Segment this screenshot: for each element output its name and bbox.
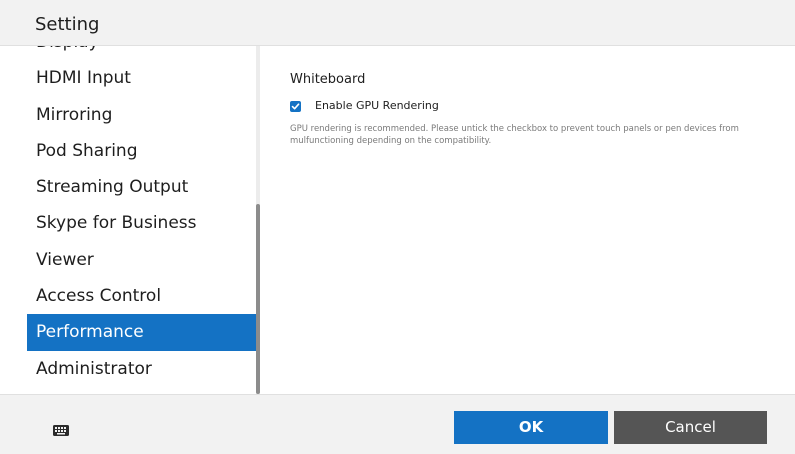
sidebar-item-display[interactable]: Display [27,46,256,60]
keyboard-icon-graphic [53,425,69,436]
sidebar-item-label: Pod Sharing [36,140,138,161]
gpu-rendering-description: GPU rendering is recommended. Please unt… [290,124,739,146]
window-title: Setting [35,14,100,35]
sidebar-item-access-control[interactable]: Access Control [27,278,256,314]
sidebar-list: Display HDMI Input Mirroring Pod Sharing… [0,46,256,387]
sidebar-scrollbar[interactable] [256,46,260,394]
sidebar-item-administrator[interactable]: Administrator [27,351,256,387]
sidebar-item-viewer[interactable]: Viewer [27,242,256,278]
title-bar: Setting [0,0,795,46]
sidebar-item-hdmi-input[interactable]: HDMI Input [27,60,256,96]
sidebar-item-label: Mirroring [36,104,113,125]
checkmark-icon [291,102,300,109]
sidebar-item-pod-sharing[interactable]: Pod Sharing [27,133,256,169]
sidebar-item-skype-for-business[interactable]: Skype for Business [27,205,256,241]
sidebar-item-label: HDMI Input [36,68,131,89]
settings-content: Whiteboard Enable GPU Rendering GPU rend… [262,46,795,394]
cancel-button[interactable]: Cancel [614,411,767,444]
sidebar-item-streaming-output[interactable]: Streaming Output [27,169,256,205]
settings-sidebar: Display HDMI Input Mirroring Pod Sharing… [0,46,262,394]
dialog-footer: OK Cancel [0,394,795,454]
gpu-rendering-option[interactable]: Enable GPU Rendering [290,98,439,114]
gpu-rendering-checkbox[interactable] [290,100,301,112]
sidebar-item-label: Display [36,46,99,60]
gpu-rendering-label[interactable]: Enable GPU Rendering [315,99,439,113]
sidebar-item-label: Administrator [36,358,152,379]
section-title: Whiteboard [290,72,366,87]
sidebar-item-label: Access Control [36,286,162,307]
sidebar-item-label: Skype for Business [36,213,197,234]
settings-window: Setting Display HDMI Input Mirroring Pod… [0,0,795,454]
sidebar-scrollbar-thumb[interactable] [256,204,260,394]
ok-button[interactable]: OK [454,411,608,444]
keyboard-icon[interactable] [53,421,69,436]
sidebar-item-mirroring[interactable]: Mirroring [27,97,256,133]
sidebar-item-label: Streaming Output [36,177,189,198]
sidebar-item-label: Viewer [36,249,94,270]
sidebar-item-label: Performance [36,322,144,343]
sidebar-item-performance[interactable]: Performance [27,314,256,351]
